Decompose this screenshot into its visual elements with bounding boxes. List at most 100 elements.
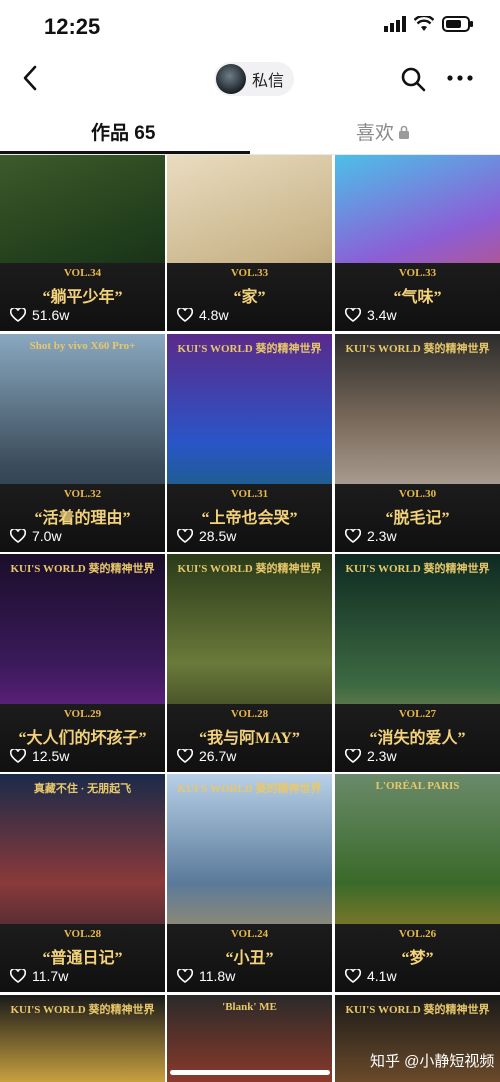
tile-header: KUI'S WORLD 葵的精神世界 bbox=[10, 563, 155, 575]
like-count: 28.5w bbox=[177, 528, 236, 544]
message-chip[interactable]: 私信 bbox=[214, 62, 295, 96]
profile-tabs: 作品 65 喜欢 bbox=[0, 110, 500, 155]
like-count: 51.6w bbox=[10, 307, 69, 323]
video-title: “家” bbox=[233, 289, 266, 306]
like-count: 3.4w bbox=[345, 307, 397, 323]
like-count-value: 4.1w bbox=[367, 968, 397, 984]
video-title: “脱毛记” bbox=[385, 510, 450, 527]
search-icon bbox=[401, 67, 426, 92]
volume-label: VOL.26 bbox=[398, 928, 437, 940]
heart-icon bbox=[177, 308, 193, 322]
video-title: “普通日记” bbox=[42, 950, 123, 967]
video-tile[interactable]: L'ORÉAL PARIS VOL.26 “梦” 4.1w bbox=[335, 774, 500, 992]
battery-icon bbox=[442, 16, 473, 32]
video-tile[interactable]: 'Blank' ME bbox=[167, 995, 332, 1082]
lock-icon bbox=[399, 125, 410, 139]
message-label: 私信 bbox=[252, 73, 285, 90]
like-count-value: 12.5w bbox=[32, 748, 70, 764]
tile-header: KUI'S WORLD 葵的精神世界 bbox=[177, 563, 322, 575]
heart-icon bbox=[177, 529, 193, 543]
tile-header: KUI'S WORLD 葵的精神世界 bbox=[177, 343, 322, 355]
heart-icon bbox=[177, 969, 193, 983]
heart-icon bbox=[10, 529, 26, 543]
volume-label: VOL.28 bbox=[230, 708, 269, 720]
video-tile[interactable]: KUI'S WORLD 葵的精神世界 VOL.27 “消失的爱人” 2.3w bbox=[335, 554, 500, 772]
like-count-value: 2.3w bbox=[367, 748, 397, 764]
volume-label: VOL.33 bbox=[398, 267, 437, 279]
video-tile[interactable]: KUI'S WORLD 葵的精神世界 bbox=[0, 995, 165, 1082]
volume-label: VOL.28 bbox=[63, 928, 102, 940]
video-tile[interactable]: KUI'S WORLD 葵的精神世界 VOL.31 “上帝也会哭” 28.5w bbox=[167, 334, 332, 552]
video-title: “消失的爱人” bbox=[369, 730, 466, 747]
heart-icon bbox=[345, 749, 361, 763]
video-title: “梦” bbox=[401, 950, 434, 967]
volume-label: VOL.24 bbox=[230, 928, 269, 940]
heart-icon bbox=[345, 969, 361, 983]
video-tile[interactable]: VOL.34 “躺平少年” 51.6w bbox=[0, 155, 165, 331]
like-count: 11.8w bbox=[177, 968, 235, 984]
video-tile[interactable]: 真藏不住 · 无朋起飞 VOL.28 “普通日记” 11.7w bbox=[0, 774, 165, 992]
status-time: 12:25 bbox=[44, 14, 101, 39]
like-count-value: 28.5w bbox=[199, 528, 237, 544]
like-count-value: 11.8w bbox=[199, 968, 236, 984]
like-count-value: 51.6w bbox=[32, 307, 70, 323]
more-button[interactable] bbox=[446, 64, 474, 99]
tile-header: KUI'S WORLD 葵的精神世界 bbox=[345, 343, 490, 355]
video-title: “我与阿MAY” bbox=[199, 730, 300, 747]
video-tile[interactable]: KUI'S WORLD 葵的精神世界 VOL.29 “大人们的坏孩子” 12.5w bbox=[0, 554, 165, 772]
back-button[interactable] bbox=[14, 64, 46, 96]
like-count-value: 7.0w bbox=[32, 528, 62, 544]
heart-icon bbox=[10, 308, 26, 322]
home-indicator bbox=[170, 1070, 330, 1075]
video-tile[interactable]: KUI'S WORLD 葵的精神世界 VOL.28 “我与阿MAY” 26.7w bbox=[167, 554, 332, 772]
active-tab-indicator bbox=[0, 151, 250, 154]
heart-icon bbox=[345, 308, 361, 322]
tab-works[interactable]: 作品 65 bbox=[91, 118, 155, 145]
volume-label: VOL.34 bbox=[63, 267, 102, 279]
tile-header: 真藏不住 · 无朋起飞 bbox=[33, 783, 132, 795]
video-title: “小丑” bbox=[225, 950, 274, 967]
like-count-value: 26.7w bbox=[199, 748, 237, 764]
volume-label: VOL.33 bbox=[230, 267, 269, 279]
tile-header: KUI'S WORLD 葵的精神世界 bbox=[177, 783, 322, 795]
tile-header: KUI'S WORLD 葵的精神世界 bbox=[345, 563, 490, 575]
tile-header: Shot by vivo X60 Pro+ bbox=[29, 340, 136, 352]
tile-header: 'Blank' ME bbox=[222, 1001, 277, 1013]
video-title: “上帝也会哭” bbox=[201, 510, 298, 527]
like-count-value: 3.4w bbox=[367, 307, 397, 323]
heart-icon bbox=[345, 529, 361, 543]
video-tile[interactable]: VOL.33 “家” 4.8w bbox=[167, 155, 332, 331]
more-icon bbox=[447, 75, 473, 81]
like-count: 4.8w bbox=[177, 307, 229, 323]
video-tile[interactable]: Shot by vivo X60 Pro+ VOL.32 “活着的理由” 7.0w bbox=[0, 334, 165, 552]
like-count-value: 4.8w bbox=[199, 307, 229, 323]
video-title: “气味” bbox=[393, 289, 442, 306]
video-tile[interactable]: KUI'S WORLD 葵的精神世界 VOL.24 “小丑” 11.8w bbox=[167, 774, 332, 992]
heart-icon bbox=[10, 969, 26, 983]
volume-label: VOL.29 bbox=[63, 708, 102, 720]
tile-header: L'ORÉAL PARIS bbox=[375, 780, 460, 792]
video-tile[interactable]: KUI'S WORLD 葵的精神世界 VOL.30 “脱毛记” 2.3w bbox=[335, 334, 500, 552]
nav-bar: 私信 bbox=[0, 54, 500, 106]
like-count: 2.3w bbox=[345, 528, 397, 544]
volume-label: VOL.30 bbox=[398, 488, 437, 500]
video-tile[interactable]: VOL.33 “气味” 3.4w bbox=[335, 155, 500, 331]
signal-icon bbox=[384, 16, 406, 32]
like-count: 7.0w bbox=[10, 528, 62, 544]
status-bar: 12:25 bbox=[0, 0, 500, 54]
like-count: 26.7w bbox=[177, 748, 236, 764]
like-count: 11.7w bbox=[10, 968, 68, 984]
heart-icon bbox=[10, 749, 26, 763]
heart-icon bbox=[177, 749, 193, 763]
like-count: 12.5w bbox=[10, 748, 69, 764]
watermark: 知乎 @小静短视频 bbox=[370, 1053, 495, 1070]
like-count-value: 2.3w bbox=[367, 528, 397, 544]
search-button[interactable] bbox=[400, 66, 428, 94]
volume-label: VOL.31 bbox=[230, 488, 269, 500]
tab-likes[interactable]: 喜欢 bbox=[356, 118, 410, 145]
like-count: 2.3w bbox=[345, 748, 397, 764]
tab-likes-label: 喜欢 bbox=[356, 123, 395, 144]
like-count: 4.1w bbox=[345, 968, 397, 984]
avatar bbox=[216, 64, 246, 94]
video-title: “大人们的坏孩子” bbox=[18, 730, 147, 747]
